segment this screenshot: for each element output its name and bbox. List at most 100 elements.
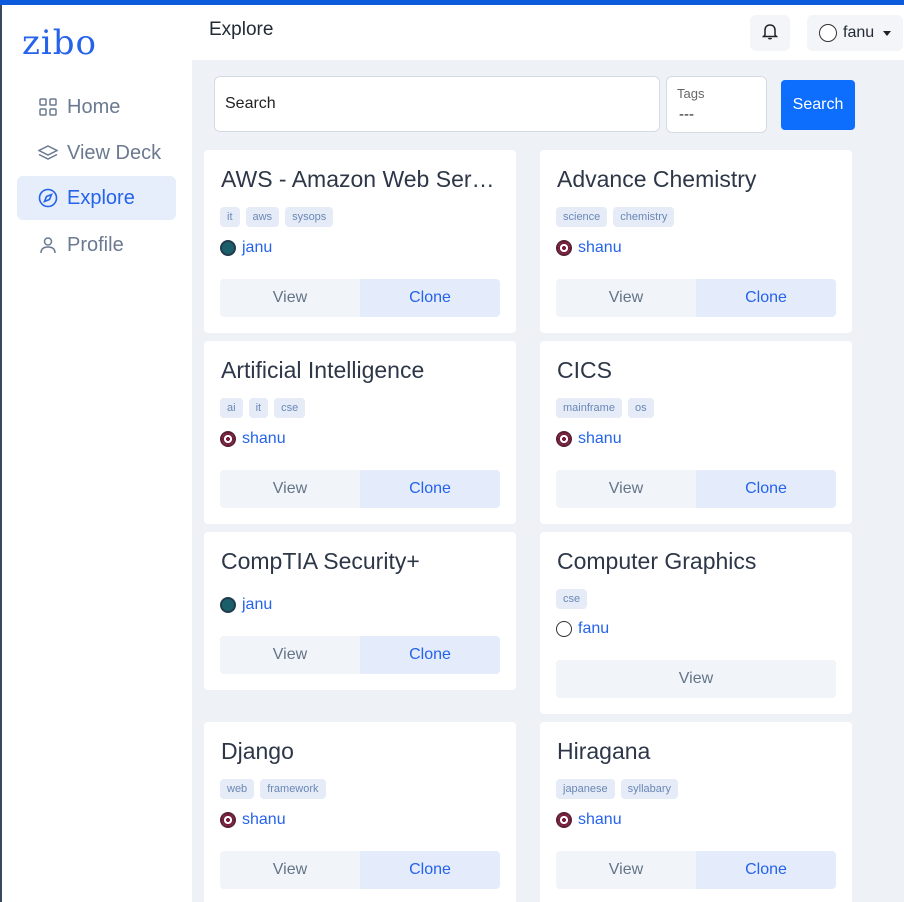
layers-icon: [37, 142, 59, 164]
deck-title[interactable]: Django: [221, 738, 503, 765]
tag[interactable]: it: [220, 207, 240, 227]
deck-card: CICS mainframe os shanu View Clone: [540, 341, 852, 524]
view-button[interactable]: View: [220, 470, 360, 508]
page-title: Explore: [209, 19, 274, 40]
deck-card: AWS - Amazon Web Services it aws sysops …: [204, 150, 516, 333]
tags-value: ---: [679, 106, 694, 123]
tag[interactable]: chemistry: [613, 207, 675, 227]
tag[interactable]: japanese: [556, 779, 615, 799]
tag-list: it aws sysops: [220, 207, 334, 227]
tag[interactable]: os: [627, 398, 654, 418]
view-button[interactable]: View: [556, 660, 836, 698]
tag-list: mainframe os: [556, 398, 654, 418]
card-actions: View Clone: [220, 851, 500, 889]
tag[interactable]: science: [556, 207, 608, 227]
user-icon: [37, 234, 59, 256]
card-actions: View Clone: [556, 279, 836, 317]
caret-down-icon: [883, 30, 892, 36]
tag[interactable]: sysops: [285, 207, 334, 227]
view-button[interactable]: View: [220, 636, 360, 674]
author-name: janu: [242, 596, 273, 613]
deck-title[interactable]: Computer Graphics: [557, 548, 839, 575]
sidebar: zibo Home View Deck Explore Profile: [2, 5, 192, 902]
view-button[interactable]: View: [556, 851, 696, 889]
deck-author[interactable]: shanu: [556, 811, 622, 829]
deck-author[interactable]: shanu: [220, 811, 286, 829]
deck-author[interactable]: shanu: [556, 430, 622, 448]
sidebar-item-profile[interactable]: Profile: [17, 223, 176, 267]
tag[interactable]: cse: [274, 398, 306, 418]
search-button[interactable]: Search: [781, 80, 855, 130]
deck-card: CompTIA Security+ janu View Clone: [204, 532, 516, 690]
author-name: fanu: [578, 620, 610, 637]
tag-list: japanese syllabary: [556, 779, 679, 799]
grid-icon: [37, 96, 59, 118]
deck-title[interactable]: Advance Chemistry: [557, 166, 839, 193]
notifications-button[interactable]: [750, 15, 790, 51]
deck-author[interactable]: shanu: [556, 239, 622, 257]
deck-author[interactable]: fanu: [556, 620, 609, 638]
deck-card: Artificial Intelligence ai it cse shanu …: [204, 341, 516, 524]
clone-button[interactable]: Clone: [360, 470, 500, 508]
sidebar-item-label: Home: [67, 95, 121, 118]
sidebar-item-explore[interactable]: Explore: [17, 176, 176, 220]
view-button[interactable]: View: [220, 851, 360, 889]
clone-button[interactable]: Clone: [360, 636, 500, 674]
tag[interactable]: syllabary: [620, 779, 679, 799]
clone-button[interactable]: Clone: [360, 279, 500, 317]
deck-author[interactable]: shanu: [220, 430, 286, 448]
author-name: shanu: [578, 239, 622, 256]
author-name: shanu: [242, 811, 286, 828]
view-button[interactable]: View: [556, 279, 696, 317]
sidebar-item-label: View Deck: [67, 141, 162, 164]
author-avatar: [556, 812, 572, 828]
tags-label: Tags: [677, 86, 705, 101]
author-name: shanu: [242, 430, 286, 447]
deck-title[interactable]: CICS: [557, 357, 839, 384]
deck-author[interactable]: janu: [220, 239, 272, 257]
deck-card: Django web framework shanu View Clone: [204, 722, 516, 902]
tags-select[interactable]: Tags ---: [666, 76, 767, 133]
deck-title[interactable]: AWS - Amazon Web Services: [221, 166, 503, 193]
sidebar-item-label: Profile: [67, 233, 124, 256]
clone-button[interactable]: Clone: [696, 470, 836, 508]
tag[interactable]: it: [248, 398, 269, 418]
view-button[interactable]: View: [556, 470, 696, 508]
deck-card: Hiragana japanese syllabary shanu View C…: [540, 722, 852, 902]
sidebar-item-view-deck[interactable]: View Deck: [17, 131, 176, 175]
author-avatar: [220, 240, 236, 256]
card-actions: View Clone: [556, 851, 836, 889]
tag-list: web framework: [220, 779, 326, 799]
tag[interactable]: mainframe: [556, 398, 622, 418]
tag[interactable]: aws: [245, 207, 280, 227]
author-name: janu: [242, 239, 273, 256]
clone-button[interactable]: Clone: [696, 279, 836, 317]
main-content: Search Tags --- Search AWS - Amazon Web …: [192, 60, 904, 902]
tag[interactable]: framework: [260, 779, 326, 799]
deck-title[interactable]: Artificial Intelligence: [221, 357, 503, 384]
tag-list: ai it cse: [220, 398, 306, 418]
tag[interactable]: cse: [556, 589, 588, 609]
deck-author[interactable]: janu: [220, 596, 272, 614]
app-logo[interactable]: zibo: [22, 23, 97, 63]
user-menu-button[interactable]: fanu: [807, 15, 903, 51]
deck-title[interactable]: CompTIA Security+: [221, 548, 503, 575]
card-actions: View Clone: [220, 279, 500, 317]
sidebar-item-home[interactable]: Home: [17, 85, 176, 129]
user-name: fanu: [843, 24, 875, 41]
author-avatar: [220, 597, 236, 613]
tag-list: science chemistry: [556, 207, 675, 227]
deck-title[interactable]: Hiragana: [557, 738, 839, 765]
author-name: shanu: [578, 430, 622, 447]
clone-button[interactable]: Clone: [696, 851, 836, 889]
tag[interactable]: ai: [220, 398, 243, 418]
top-header: Explore fanu: [192, 5, 904, 60]
author-avatar: [556, 240, 572, 256]
view-button[interactable]: View: [220, 279, 360, 317]
search-input[interactable]: Search: [214, 76, 660, 132]
clone-button[interactable]: Clone: [360, 851, 500, 889]
author-avatar: [220, 812, 236, 828]
author-name: shanu: [578, 811, 622, 828]
tag[interactable]: web: [220, 779, 255, 799]
bell-icon: [761, 22, 779, 45]
